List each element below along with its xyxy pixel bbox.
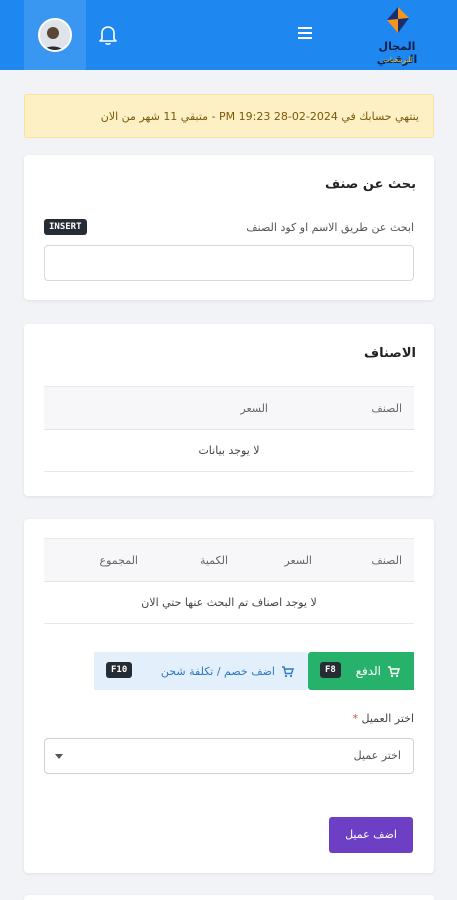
- top-navbar: المجال الرقمي للبرمجيات: [0, 0, 457, 70]
- search-card-title: بحث عن صنف: [325, 177, 416, 192]
- bell-icon: [99, 26, 117, 45]
- hamburger-menu-icon: [298, 27, 312, 29]
- brand-logo[interactable]: المجال الرقمي للبرمجيات: [359, 6, 435, 66]
- search-card: بحث عن صنف ابحث عن طريق الاسم او كود الص…: [24, 155, 434, 300]
- add-discount-shipping-button[interactable]: اضف خصم / تكلفة شحن F10: [94, 652, 308, 690]
- user-avatar-icon: [40, 20, 70, 50]
- subscription-alert-text: ينتهي حسابك في 2024-02-28 PM 19:23 - متب…: [100, 109, 419, 123]
- user-menu[interactable]: [24, 0, 86, 70]
- column-header-quantity: الكمية: [199, 554, 228, 567]
- chevron-down-icon: [55, 754, 63, 759]
- products-card-title: الاصناف: [364, 346, 416, 361]
- products-card: الاصناف الصنف السعر لا يوجد بيانات: [24, 324, 434, 496]
- search-hint: ابحث عن طريق الاسم او كود الصنف: [246, 221, 414, 234]
- brand-subtitle: للبرمجيات: [383, 56, 413, 64]
- hamburger-menu-icon: [298, 32, 312, 34]
- f8-shortcut-badge: F8: [320, 662, 341, 678]
- product-search-input[interactable]: [44, 245, 414, 281]
- f10-shortcut-badge: F10: [106, 662, 133, 678]
- menu-toggle-button[interactable]: [294, 20, 316, 46]
- column-header-product: الصنف: [371, 402, 402, 415]
- client-select[interactable]: اختر عميل: [44, 738, 414, 774]
- cart-icon: [282, 665, 294, 677]
- column-header-total: المجموع: [99, 554, 138, 567]
- column-header-price: السعر: [240, 402, 268, 415]
- cart-empty-row: لا يوجد اصناف تم البحث عنها حتي الان: [44, 582, 414, 624]
- discount-button-label: اضف خصم / تكلفة شحن: [160, 664, 275, 678]
- column-header-product: الصنف: [371, 554, 402, 567]
- subscription-alert: ينتهي حسابك في 2024-02-28 PM 19:23 - متب…: [24, 94, 434, 138]
- avatar[interactable]: [38, 18, 72, 52]
- hamburger-menu-icon: [298, 37, 312, 39]
- required-mark: *: [352, 712, 359, 725]
- products-empty-row: لا يوجد بيانات: [44, 430, 414, 472]
- client-select-value: اختر عميل: [353, 749, 401, 762]
- insert-shortcut-badge: INSERT: [44, 219, 87, 235]
- pay-button-label: الدفع: [355, 664, 381, 678]
- add-client-button[interactable]: اضف عميل: [329, 817, 413, 853]
- client-select-label: اختر العميل *: [353, 712, 414, 725]
- cart-icon: [388, 665, 400, 677]
- logo-mark-icon: [387, 7, 409, 33]
- cart-table-header: الصنف السعر الكمية المجموع: [44, 538, 414, 582]
- client-label-text: اختر العميل: [361, 712, 414, 725]
- next-card: [24, 895, 434, 900]
- column-header-price: السعر: [284, 554, 312, 567]
- products-table-header: الصنف السعر: [44, 386, 414, 430]
- pay-button[interactable]: الدفع F8: [308, 652, 414, 690]
- notifications-button[interactable]: [96, 22, 120, 48]
- cart-card: الصنف السعر الكمية المجموع لا يوجد اصناف…: [24, 519, 434, 873]
